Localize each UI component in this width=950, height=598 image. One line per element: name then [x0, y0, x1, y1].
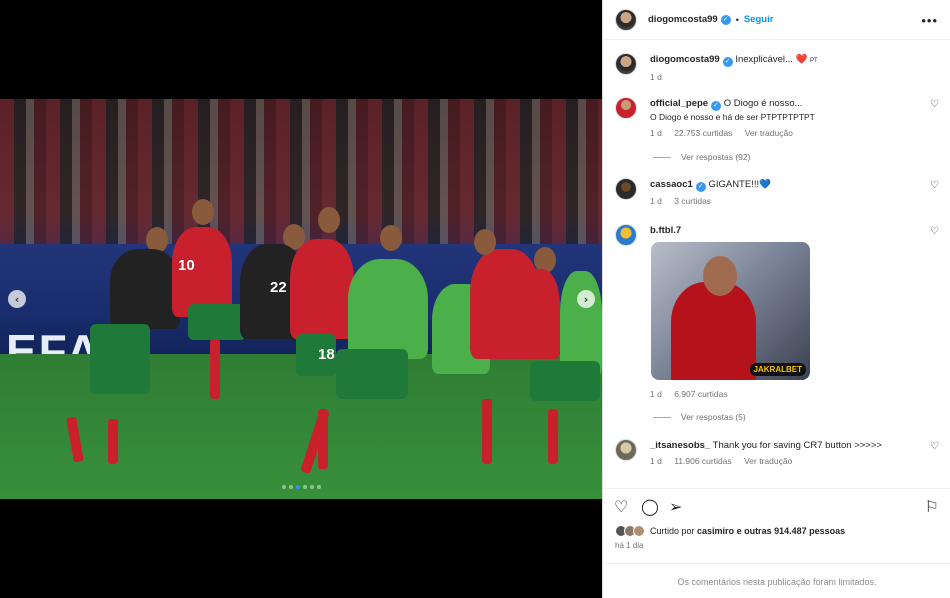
- player-head: [318, 207, 340, 233]
- player-leg: [482, 399, 492, 464]
- jersey-number: 10: [178, 257, 195, 274]
- player-body: [110, 249, 180, 329]
- gif-logo: JAKRALBET: [749, 363, 806, 376]
- comment-username[interactable]: cassaoc1: [650, 179, 693, 190]
- avatar[interactable]: [615, 8, 637, 31]
- carousel-dot: [310, 485, 314, 489]
- player-leg: [210, 339, 220, 399]
- liked-suffix[interactable]: e outras 914.487 pessoas: [734, 526, 846, 536]
- translate-link[interactable]: Ver tradução: [745, 128, 793, 138]
- heart-icon[interactable]: ♡: [930, 99, 939, 110]
- list-item: b.ftbl.7 JAKRALBET 1 d 6.907 curtidas ♡: [615, 224, 939, 399]
- avatar[interactable]: [615, 178, 637, 200]
- gif-player-head: [703, 256, 737, 296]
- like-heart-icon[interactable]: ♡: [614, 497, 628, 517]
- player-bib: [348, 259, 428, 359]
- view-replies-button[interactable]: Ver respostas (5): [653, 412, 746, 422]
- verified-icon: ✓: [720, 14, 731, 25]
- player-head: [192, 199, 214, 225]
- verified-icon: ✓: [711, 101, 722, 111]
- list-item: _itsanesobs_ Thank you for saving CR7 bu…: [615, 439, 939, 479]
- gif-player-shirt: [671, 282, 756, 380]
- player-head: [380, 225, 402, 251]
- chevron-left-icon: ‹: [14, 292, 20, 306]
- player-leg: [108, 419, 118, 464]
- carousel-indicator: [282, 485, 321, 489]
- jersey-number: 22: [270, 279, 287, 296]
- comment-likes[interactable]: 6.907 curtidas: [674, 389, 727, 399]
- comment-username[interactable]: b.ftbl.7: [650, 225, 681, 236]
- carousel-dot: [317, 485, 321, 489]
- jersey-number: 18: [318, 346, 335, 363]
- avatar[interactable]: [615, 97, 637, 119]
- view-replies-button[interactable]: Ver respostas (92): [653, 152, 750, 162]
- avatar: [633, 525, 645, 537]
- comment-likes[interactable]: 3 curtidas: [674, 196, 711, 206]
- author-username[interactable]: diogomcosta99: [648, 14, 718, 25]
- more-horizontal-icon[interactable]: •••: [921, 13, 938, 28]
- media-pane: EFA 10 22 18 ‹ ›: [0, 0, 602, 598]
- avatar[interactable]: [615, 224, 637, 246]
- list-item: cassaoc1 ✓ GIGANTE!!!💙 1 d 3 curtidas ♡: [615, 178, 939, 212]
- gif-image[interactable]: JAKRALBET: [651, 242, 810, 380]
- comment-username[interactable]: _itsanesobs_: [650, 440, 710, 451]
- comment-time: 1 d: [650, 389, 662, 399]
- follow-button[interactable]: Seguir: [744, 14, 774, 25]
- player-head: [474, 229, 496, 255]
- player-shorts: [90, 324, 150, 394]
- heart-icon[interactable]: ♡: [930, 180, 939, 191]
- carousel-dot: [282, 485, 286, 489]
- comment-text: O Diogo é nosso...: [723, 98, 803, 109]
- comment-text: Thank you for saving CR7 button >>>>>: [712, 440, 882, 451]
- chevron-right-icon: ›: [583, 292, 589, 306]
- comment-likes[interactable]: 11.906 curtidas: [674, 456, 732, 466]
- share-icon[interactable]: ➢: [669, 497, 682, 517]
- comments-limited-notice: Os comentários nesta publicação foram li…: [603, 563, 950, 598]
- flag-text: PT: [810, 58, 818, 64]
- player-body: [515, 269, 560, 359]
- comments-list[interactable]: diogomcosta99 ✓ Inexplicável... ❤️ PT 1 d…: [603, 41, 950, 488]
- carousel-dot-active: [296, 485, 300, 489]
- player-leg: [548, 409, 558, 464]
- likes-summary[interactable]: Curtido por casimiro e outras 914.487 pe…: [615, 525, 845, 537]
- comment-text-cont: O Diogo é nosso e há de ser PTPTPTPTPT: [650, 112, 815, 122]
- carousel-dot: [303, 485, 307, 489]
- comment-time: 1 d: [650, 196, 662, 206]
- post-side-panel: diogomcosta99 ✓ • Seguir ••• diogomcosta…: [602, 0, 950, 598]
- comment-likes[interactable]: 22.753 curtidas: [674, 128, 732, 138]
- avatar[interactable]: [615, 439, 637, 461]
- player-body: [290, 239, 354, 339]
- player-shorts: [336, 349, 408, 399]
- liked-prefix: Curtido por: [650, 526, 698, 536]
- post-time: há 1 dia: [615, 541, 644, 550]
- comment-icon[interactable]: ◯: [641, 497, 659, 517]
- post-actions: ♡ ◯ ➢ ⚐ Curtido por casimiro e outras 91…: [603, 488, 950, 598]
- heart-icon[interactable]: ♡: [930, 226, 939, 237]
- post-header: diogomcosta99 ✓ • Seguir •••: [603, 0, 950, 40]
- verified-icon: ✓: [722, 57, 733, 67]
- separator: •: [735, 14, 739, 25]
- bookmark-icon[interactable]: ⚐: [925, 497, 939, 517]
- caption-text: Inexplicável... ❤️: [735, 54, 808, 65]
- comment-time: 1 d: [650, 456, 662, 466]
- carousel-next-button[interactable]: ›: [577, 290, 595, 308]
- carousel-prev-button[interactable]: ‹: [8, 290, 26, 308]
- heart-icon[interactable]: ♡: [930, 441, 939, 452]
- player-shorts: [188, 304, 246, 340]
- comment-username[interactable]: official_pepe: [650, 98, 708, 109]
- translate-link[interactable]: Ver tradução: [744, 456, 792, 466]
- caption-username[interactable]: diogomcosta99: [650, 54, 720, 65]
- player-shorts: [530, 361, 600, 401]
- comment-time: 1 d: [650, 128, 662, 138]
- carousel-dot: [289, 485, 293, 489]
- post-photo[interactable]: EFA 10 22 18: [0, 99, 602, 499]
- caption-time: 1 d: [650, 72, 662, 82]
- verified-icon: ✓: [695, 182, 706, 192]
- caption: diogomcosta99 ✓ Inexplicável... ❤️ PT 1 d: [615, 53, 939, 93]
- avatar[interactable]: [615, 53, 637, 75]
- liked-user[interactable]: casimiro: [697, 526, 734, 536]
- comment-text: GIGANTE!!!💙: [708, 179, 771, 190]
